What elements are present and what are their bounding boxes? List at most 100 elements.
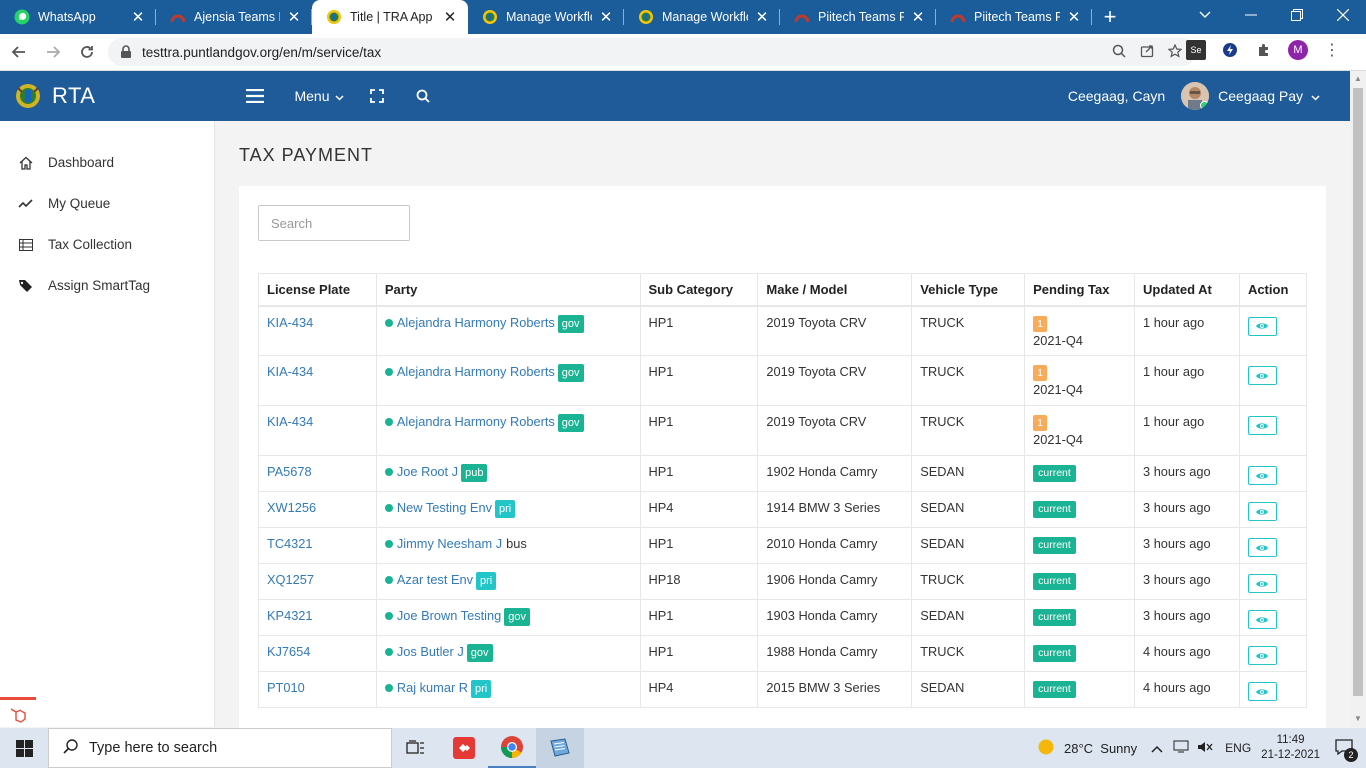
debugbar-laravel-icon[interactable]: [0, 697, 36, 727]
window-close-icon[interactable]: [1320, 0, 1366, 30]
close-icon[interactable]: ✕: [910, 8, 926, 26]
scrollbar-thumb[interactable]: [1353, 88, 1363, 696]
network-icon[interactable]: [1173, 740, 1189, 756]
column-header[interactable]: Sub Category: [639, 273, 759, 307]
column-header[interactable]: Updated At: [1134, 273, 1240, 307]
table-row[interactable]: TC4321 Jimmy Neesham J bus HP1 2010 Honda Ca…: [258, 527, 1308, 564]
view-button[interactable]: [1247, 316, 1277, 336]
extension-shield-icon[interactable]: [1220, 40, 1240, 60]
view-button[interactable]: [1247, 366, 1277, 385]
party-link[interactable]: Azar test Env: [397, 572, 473, 587]
party-link[interactable]: Alejandra Harmony Roberts: [397, 414, 555, 429]
zoom-icon[interactable]: [1112, 44, 1126, 61]
sidebar-item-tax-collection[interactable]: Tax Collection: [0, 224, 214, 265]
view-button[interactable]: [1247, 502, 1277, 521]
profile-avatar[interactable]: M: [1288, 40, 1308, 60]
chevron-up-icon[interactable]: [1151, 741, 1163, 756]
party-link[interactable]: Raj kumar R: [397, 680, 468, 695]
search-icon[interactable]: [400, 71, 446, 121]
view-button[interactable]: [1247, 466, 1277, 485]
close-icon[interactable]: ✕: [286, 8, 302, 26]
language-indicator[interactable]: ENG: [1225, 741, 1251, 755]
license-plate-link[interactable]: PT010: [267, 680, 305, 695]
task-view-icon[interactable]: [392, 728, 440, 768]
minimize-icon[interactable]: [1228, 0, 1274, 30]
table-row[interactable]: KIA-434 Alejandra Harmony Roberts gov HP1 20…: [258, 355, 1308, 406]
license-plate-link[interactable]: XQ1257: [267, 572, 314, 587]
taskbar-search-input[interactable]: Type here to search: [48, 728, 392, 768]
tab-search-chevron-icon[interactable]: [1182, 0, 1228, 30]
license-plate-link[interactable]: KJ7654: [267, 644, 310, 659]
party-link[interactable]: Joe Brown Testing: [397, 608, 501, 623]
close-icon[interactable]: ✕: [1066, 8, 1082, 26]
party-link[interactable]: Jimmy Neesham J: [397, 536, 502, 551]
license-plate-link[interactable]: XW1256: [267, 500, 316, 515]
browser-tab[interactable]: Piitech Teams Po ✕: [780, 0, 936, 34]
anydesk-app-icon[interactable]: [440, 728, 488, 768]
table-row[interactable]: PA5678 Joe Root Jpub HP1 1902 Honda Camry SE…: [258, 455, 1308, 492]
party-link[interactable]: Alejandra Harmony Roberts: [397, 315, 555, 330]
chevron-down-icon[interactable]: [1311, 88, 1320, 104]
windows-start-icon[interactable]: [0, 728, 48, 768]
scroll-down-icon[interactable]: ▼: [1350, 711, 1366, 727]
license-plate-link[interactable]: TC4321: [267, 536, 313, 551]
chrome-app-icon[interactable]: [488, 728, 536, 768]
restore-icon[interactable]: [1274, 0, 1320, 30]
license-plate-link[interactable]: KP4321: [267, 608, 313, 623]
notifications-icon[interactable]: 2: [1334, 738, 1358, 762]
search-input[interactable]: [258, 205, 410, 241]
hamburger-menu-icon[interactable]: [228, 71, 282, 121]
close-icon[interactable]: ✕: [598, 8, 614, 26]
browser-tab[interactable]: Manage Workflo ✕: [468, 0, 624, 34]
table-row[interactable]: PT010 Raj kumar Rpri HP4 2015 BMW 3 Series S…: [258, 671, 1308, 708]
vertical-scrollbar[interactable]: ▲ ▼: [1350, 71, 1366, 727]
column-header[interactable]: Party: [375, 273, 641, 307]
share-icon[interactable]: [1140, 44, 1154, 61]
bookmark-star-icon[interactable]: [1167, 43, 1183, 61]
close-icon[interactable]: ✕: [754, 8, 770, 26]
view-button[interactable]: [1247, 574, 1277, 593]
sidebar-item-dashboard[interactable]: Dashboard: [0, 142, 214, 183]
column-header[interactable]: License Plate: [258, 273, 377, 307]
sidebar-item-my-queue[interactable]: My Queue: [0, 183, 214, 224]
close-icon[interactable]: ✕: [442, 8, 458, 26]
table-row[interactable]: XW1256 New Testing Env pri HP4 1914 BMW 3 Se…: [258, 491, 1308, 528]
brand[interactable]: RTA: [0, 82, 214, 110]
browser-tab[interactable]: Title | TRA App ✕: [312, 0, 468, 34]
browser-tab[interactable]: Ajensia Teams Po ✕: [156, 0, 312, 34]
account-dropdown-label[interactable]: Ceegaag Pay: [1218, 88, 1303, 104]
weather-sun-icon[interactable]: [1038, 739, 1054, 758]
table-row[interactable]: KIA-434 Alejandra Harmony Roberts gov HP1 20…: [258, 405, 1308, 456]
view-button[interactable]: [1247, 416, 1277, 435]
sidebar-item-assign-smarttag[interactable]: Assign SmartTag: [0, 265, 214, 306]
browser-tab[interactable]: WhatsApp ✕: [0, 0, 156, 34]
party-link[interactable]: Alejandra Harmony Roberts: [397, 364, 555, 379]
view-button[interactable]: [1247, 682, 1277, 701]
party-link[interactable]: Jos Butler J: [397, 644, 464, 659]
table-row[interactable]: KP4321 Joe Brown Testing gov HP1 1903 Honda …: [258, 599, 1308, 636]
view-button[interactable]: [1247, 610, 1277, 629]
scroll-up-icon[interactable]: ▲: [1350, 71, 1366, 87]
clock[interactable]: 11:49 21-12-2021: [1261, 733, 1320, 763]
table-row[interactable]: XQ1257 Azar test Env pri HP18 1906 Honda Cam…: [258, 563, 1308, 600]
column-header[interactable]: Vehicle Type: [911, 273, 1026, 307]
party-link[interactable]: New Testing Env: [397, 500, 492, 515]
extensions-puzzle-icon[interactable]: [1254, 40, 1274, 60]
reload-icon[interactable]: [72, 37, 102, 67]
menu-dropdown[interactable]: Menu: [284, 71, 354, 121]
license-plate-link[interactable]: KIA-434: [267, 315, 313, 330]
avatar[interactable]: [1181, 82, 1210, 110]
browser-menu-icon[interactable]: ⋮: [1322, 40, 1342, 60]
address-bar[interactable]: testtra.puntlandgov.org/en/m/service/tax: [108, 38, 1196, 66]
close-icon[interactable]: ✕: [130, 8, 146, 26]
view-button[interactable]: [1247, 538, 1277, 557]
browser-tab[interactable]: Piitech Teams Po ✕: [936, 0, 1092, 34]
party-link[interactable]: Joe Root J: [397, 464, 458, 479]
license-plate-link[interactable]: KIA-434: [267, 414, 313, 429]
table-row[interactable]: KJ7654 Jos Butler Jgov HP1 1988 Honda Camry…: [258, 635, 1308, 672]
weather-text[interactable]: 28°C Sunny: [1064, 741, 1137, 756]
volume-muted-icon[interactable]: [1197, 740, 1213, 757]
view-button[interactable]: [1247, 646, 1277, 665]
license-plate-link[interactable]: PA5678: [267, 464, 312, 479]
license-plate-link[interactable]: KIA-434: [267, 364, 313, 379]
